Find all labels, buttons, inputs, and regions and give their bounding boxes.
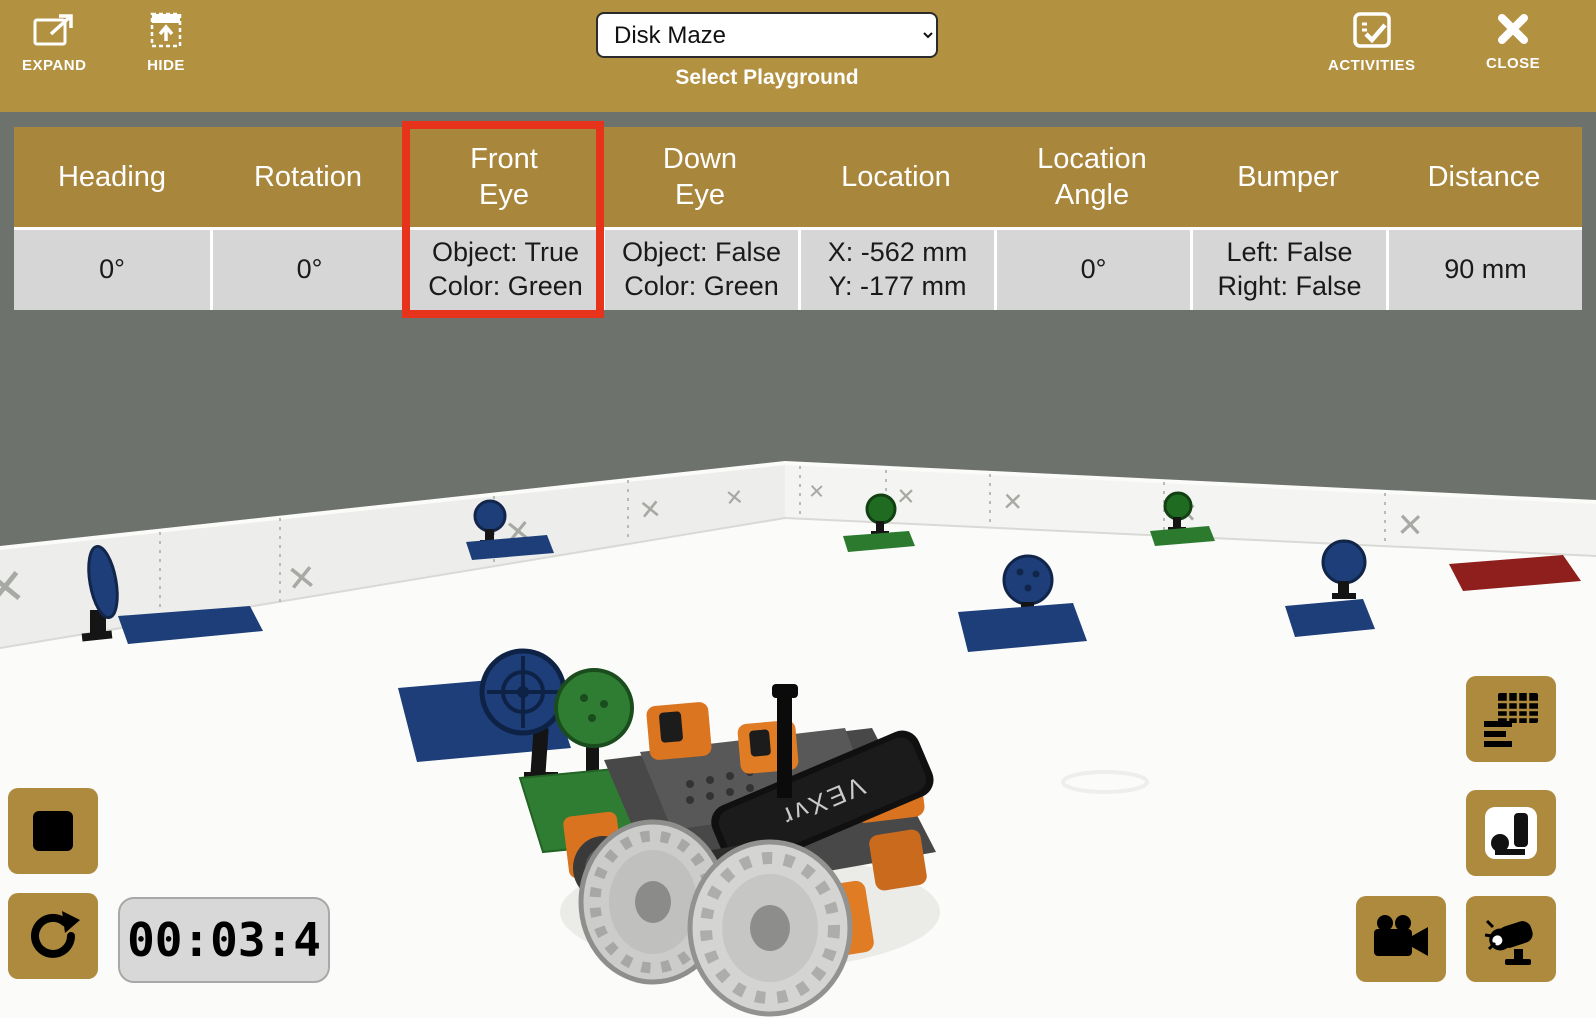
timer-value: 00:03:4 [127, 913, 321, 967]
robot-antenna [777, 696, 792, 798]
vex-logo-icon: ✕ [724, 485, 745, 512]
camera-view-button[interactable] [1356, 896, 1446, 982]
vex-logo-icon: ✕ [1396, 505, 1425, 545]
column-header-location: Location [798, 127, 994, 227]
down-eye-color-value: Color: Green [624, 270, 779, 304]
location-angle-value: 0° [1081, 253, 1107, 287]
expand-icon [31, 10, 77, 50]
playground-select[interactable]: Disk Maze [596, 12, 938, 58]
robot-view-button[interactable] [1466, 790, 1556, 876]
heading-value: 0° [99, 253, 125, 287]
playground-selector: Disk Maze Select Playground [596, 12, 938, 90]
expand-label: EXPAND [22, 57, 86, 74]
sensor-table-header: Heading Rotation Front Eye Down Eye Loca… [14, 127, 1582, 227]
dashboard-button[interactable] [1466, 676, 1556, 762]
location-y-value: Y: -177 mm [828, 270, 966, 304]
activities-button[interactable]: ACTIVITIES [1328, 10, 1416, 74]
timer-display: 00:03:4 [118, 897, 330, 983]
column-header-front-eye: Front Eye [406, 127, 602, 227]
hide-label: HIDE [147, 57, 185, 74]
column-header-location-angle: Location Angle [994, 127, 1190, 227]
front-eye-object-value: Object: True [432, 236, 579, 270]
location-x-value: X: -562 mm [828, 236, 968, 270]
bumper-left-value: Left: False [1226, 236, 1352, 270]
column-header-rotation: Rotation [210, 127, 406, 227]
cell-front-eye: Object: True Color: Green [406, 230, 602, 310]
cell-down-eye: Object: False Color: Green [602, 230, 798, 310]
cell-heading: 0° [14, 230, 210, 310]
snapshot-button[interactable] [1466, 896, 1556, 982]
stop-button[interactable] [8, 788, 98, 874]
video-camera-icon [1372, 914, 1430, 964]
stop-icon [33, 811, 73, 851]
front-eye-color-value: Color: Green [428, 270, 583, 304]
close-icon [1494, 10, 1532, 48]
top-toolbar: EXPAND HIDE Disk Maze Select Playground … [0, 0, 1596, 112]
cell-bumper: Left: False Right: False [1190, 230, 1386, 310]
vex-logo-icon: ✕ [637, 494, 663, 527]
playground-select-caption: Select Playground [596, 66, 938, 90]
robot-wheel-right [690, 842, 850, 1014]
bumper-right-value: Right: False [1217, 270, 1361, 304]
column-header-bumper: Bumper [1190, 127, 1386, 227]
reset-button[interactable] [8, 893, 98, 979]
distance-value: 90 mm [1444, 253, 1527, 287]
robot-antenna-cap [772, 684, 798, 698]
activities-label: ACTIVITIES [1328, 57, 1416, 74]
cell-rotation: 0° [210, 230, 406, 310]
hide-icon [146, 10, 186, 50]
projector-light-icon [1483, 911, 1539, 967]
vex-logo-icon: ✕ [896, 484, 916, 511]
activities-icon [1350, 10, 1394, 50]
expand-button[interactable]: EXPAND [22, 10, 86, 74]
sensor-table-row: 0° 0° Object: True Color: Green Object: … [14, 227, 1582, 310]
column-header-down-eye: Down Eye [602, 127, 798, 227]
cell-location-angle: 0° [994, 230, 1190, 310]
down-eye-object-value: Object: False [622, 236, 781, 270]
rotation-value: 0° [297, 253, 323, 287]
close-label: CLOSE [1486, 55, 1540, 72]
reset-icon [24, 907, 82, 965]
robot-view-icon [1483, 805, 1539, 861]
cell-distance: 90 mm [1386, 230, 1582, 310]
dashboard-grid-icon [1482, 691, 1540, 747]
hide-button[interactable]: HIDE [146, 10, 186, 74]
sensor-dashboard: Heading Rotation Front Eye Down Eye Loca… [14, 127, 1582, 310]
vex-logo-icon: ✕ [1002, 487, 1024, 517]
close-button[interactable]: CLOSE [1486, 10, 1540, 72]
vex-logo-icon: ✕ [808, 479, 826, 504]
cell-location: X: -562 mm Y: -177 mm [798, 230, 994, 310]
vex-logo-icon: ✕ [285, 557, 319, 601]
column-header-heading: Heading [14, 127, 210, 227]
column-header-distance: Distance [1386, 127, 1582, 227]
